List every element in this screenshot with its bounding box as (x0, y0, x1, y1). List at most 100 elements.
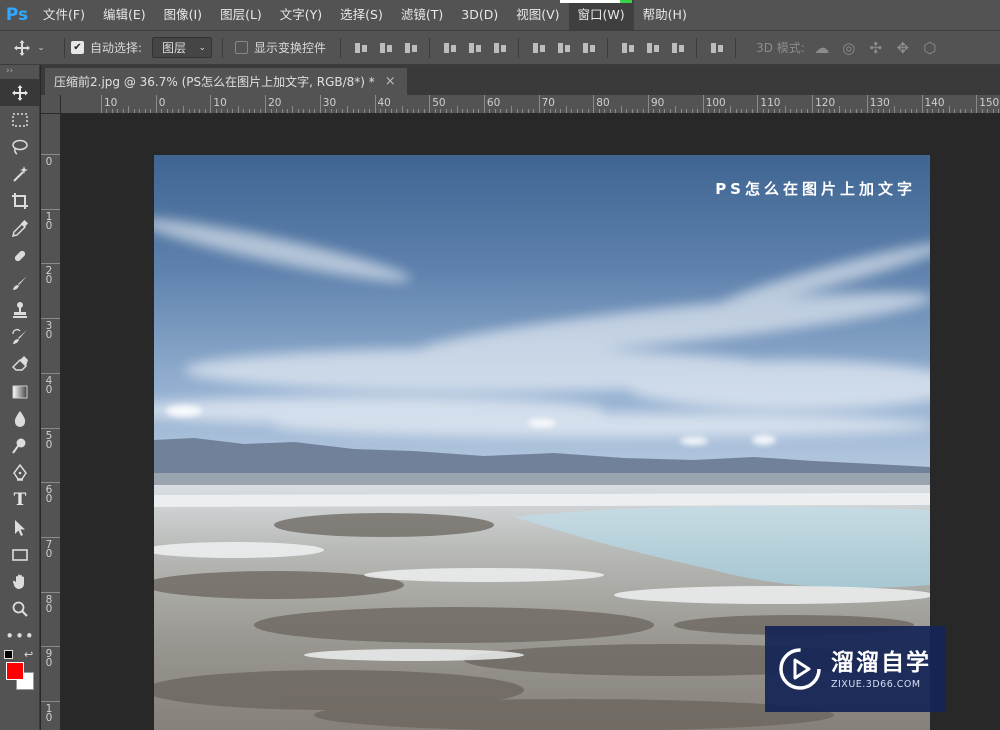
menu-edit[interactable]: 编辑(E) (94, 0, 155, 30)
menu-image[interactable]: 图像(I) (155, 0, 211, 30)
distribute-vertical-buttons (531, 40, 597, 56)
document-tab[interactable]: 压缩前2.jpg @ 36.7% (PS怎么在图片上加文字, RGB/8*) *… (45, 68, 407, 95)
gradient-tool-button[interactable] (0, 378, 40, 405)
vertical-ruler[interactable]: 0 1 0 2 0 3 0 4 0 5 0 6 0 7 0 8 0 9 0 1 0 (41, 114, 61, 730)
ruler-major-tick (41, 372, 60, 374)
ruler-minor-tick (489, 109, 491, 113)
menu-select[interactable]: 选择(S) (331, 0, 392, 30)
ruler-tick-label: 1 0 (45, 703, 53, 724)
distribute-left-icon[interactable] (620, 40, 636, 56)
ruler-minor-tick (795, 109, 797, 113)
distribute-bottom-icon[interactable] (581, 40, 597, 56)
ruler-minor-tick (735, 109, 737, 113)
distribute-vertical-center-icon[interactable] (556, 40, 572, 56)
ruler-minor-tick (697, 109, 699, 113)
magic-wand-tool-button[interactable] (0, 161, 40, 188)
ruler-minor-tick (418, 109, 420, 113)
marquee-tool-button[interactable] (0, 106, 40, 133)
photoshop-logo[interactable]: Ps (0, 0, 34, 30)
ruler-minor-tick (434, 109, 436, 113)
eraser-tool-button[interactable] (0, 351, 40, 378)
menu-filter[interactable]: 滤镜(T) (392, 0, 452, 30)
pen-tool-button[interactable] (0, 460, 40, 487)
scale-3d-icon[interactable]: ⬡ (921, 39, 939, 57)
ruler-minor-tick (954, 109, 956, 113)
menu-window[interactable]: 窗口(W) (568, 0, 634, 30)
ruler-tick-label: 0 (158, 97, 166, 109)
ruler-tick-label: 2 0 (45, 265, 53, 287)
clone-stamp-tool-button[interactable] (0, 297, 40, 324)
ruler-major-tick (265, 95, 267, 113)
show-transform-checkbox[interactable] (235, 41, 249, 54)
ruler-minor-tick (850, 109, 852, 113)
ruler-minor-tick (844, 109, 846, 113)
distribute-horizontal-center-icon[interactable] (645, 40, 661, 56)
horizontal-ruler[interactable]: 10 0 10 20 30 40 50 60 70 80 90 100 110 120 130 140 150 (61, 95, 1000, 114)
blur-tool-button[interactable] (0, 405, 40, 432)
tool-preset-picker[interactable]: ⌄ (0, 39, 58, 57)
ruler-minor-tick (965, 109, 967, 113)
move-tool-button[interactable] (0, 79, 40, 107)
lasso-icon (12, 139, 28, 155)
type-tool-button[interactable]: T (0, 487, 40, 514)
menu-view[interactable]: 视图(V) (507, 0, 568, 30)
dodge-tool-button[interactable] (0, 432, 40, 459)
crop-tool-button[interactable] (0, 188, 40, 215)
show-transform-label: 显示变换控件 (254, 41, 327, 55)
menu-type[interactable]: 文字(Y) (271, 0, 331, 30)
history-brush-tool-button[interactable] (0, 324, 40, 351)
orbit-3d-icon[interactable]: ☁ (813, 39, 831, 57)
menu-file[interactable]: 文件(F) (34, 0, 94, 30)
align-horizontal-center-icon[interactable] (467, 40, 483, 56)
ruler-major-tick (155, 95, 157, 113)
more-tools-button[interactable]: ••• (0, 623, 40, 650)
align-top-icon[interactable] (353, 40, 369, 56)
watermark-url: ZIXUE.3D66.COM (831, 678, 921, 690)
swap-colors-icon[interactable]: ↩ (24, 648, 33, 661)
ruler-minor-tick (724, 109, 726, 113)
site-watermark: 溜溜自学 ZIXUE.3D66.COM (765, 626, 945, 712)
auto-align-layers-icon[interactable] (709, 40, 725, 56)
menu-layer[interactable]: 图层(L) (211, 0, 271, 30)
distribute-right-icon[interactable] (670, 40, 686, 56)
brush-tool-button[interactable] (0, 269, 40, 296)
arrow-pointer-icon (15, 519, 25, 536)
ruler-minor-tick (658, 109, 660, 113)
collapse-panel-icon[interactable]: ›› (0, 65, 39, 79)
slide-3d-icon[interactable]: ✥ (894, 39, 912, 57)
distribute-top-icon[interactable] (531, 40, 547, 56)
rectangle-tool-button[interactable] (0, 541, 40, 568)
ruler-minor-tick (549, 109, 551, 113)
path-selection-tool-button[interactable] (0, 514, 40, 541)
align-vertical-center-icon[interactable] (378, 40, 394, 56)
ruler-origin[interactable] (41, 95, 61, 114)
chevron-down-icon: ⌄ (198, 42, 207, 53)
menu-help[interactable]: 帮助(H) (634, 0, 696, 30)
ruler-minor-tick (615, 109, 617, 113)
align-right-icon[interactable] (492, 40, 508, 56)
align-bottom-icon[interactable] (403, 40, 419, 56)
eyedropper-tool-button[interactable] (0, 215, 40, 242)
auto-select-checkbox[interactable]: ✔ (71, 41, 84, 54)
roll-3d-icon[interactable]: ◎ (840, 39, 858, 57)
foreground-color-swatch[interactable] (6, 661, 24, 680)
ruler-tick-label: 120 (815, 97, 836, 109)
default-colors-icon[interactable] (4, 649, 13, 659)
close-icon[interactable]: × (385, 74, 396, 89)
ruler-minor-tick (877, 109, 879, 113)
3d-mode-label: 3D 模式: (756, 41, 805, 55)
healing-brush-tool-button[interactable] (0, 242, 40, 269)
hand-tool-button[interactable] (0, 568, 40, 595)
canvas-text-layer[interactable]: PS怎么在图片上加文字 (715, 178, 916, 199)
drag-3d-icon[interactable]: ✣ (867, 39, 885, 57)
lasso-tool-button[interactable] (0, 133, 40, 160)
zoom-tool-button[interactable] (0, 596, 40, 623)
ruler-minor-tick (992, 109, 994, 113)
auto-select-target-dropdown[interactable]: 图层 ⌄ (152, 37, 213, 58)
ruler-minor-tick (598, 109, 600, 113)
ruler-minor-tick (292, 106, 294, 113)
menu-3d[interactable]: 3D(D) (452, 0, 507, 30)
ruler-minor-tick (385, 109, 387, 113)
align-left-icon[interactable] (442, 40, 458, 56)
tools-panel: ›› T ••• ↩ (0, 65, 40, 730)
